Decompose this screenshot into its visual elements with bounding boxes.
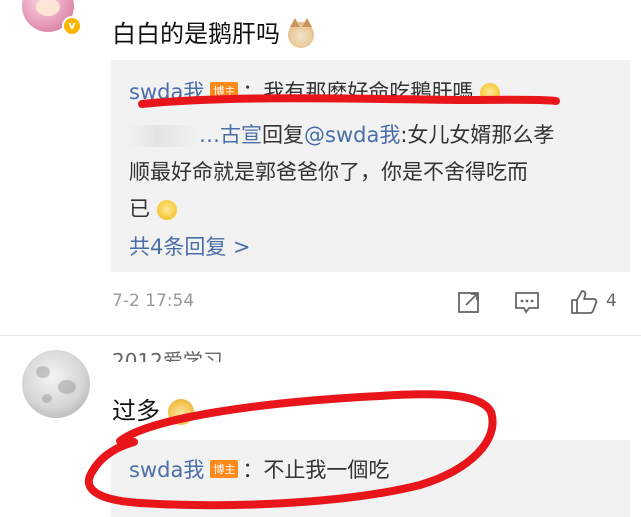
annotation-overlay [84, 94, 560, 510]
circle-annotation [84, 390, 497, 510]
underline-annotation [138, 94, 560, 108]
